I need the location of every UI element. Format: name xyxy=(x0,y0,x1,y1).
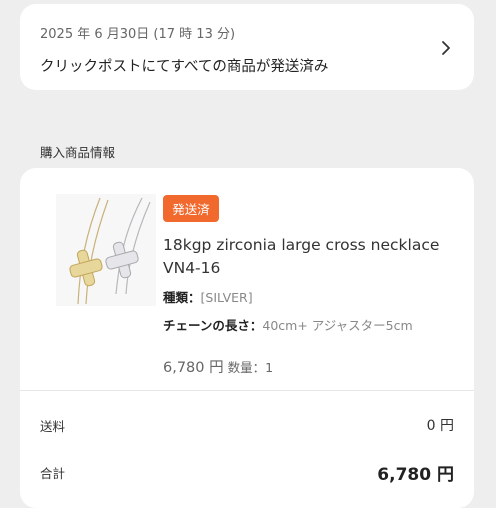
attr-type-value: [SILVER] xyxy=(200,290,253,305)
shipped-badge: 発送済 xyxy=(163,195,219,222)
shipping-status-card[interactable]: 2025 年 6 月30日 (17 時 13 分) クリックポストにてすべての商… xyxy=(20,4,474,90)
attr-length-value: 40cm+ アジャスター5cm xyxy=(262,318,413,333)
product-price: 6,780 円 xyxy=(163,360,224,376)
shipping-value: 0 円 xyxy=(426,418,454,434)
product-name[interactable]: 18kgp zirconia large cross necklace VN4-… xyxy=(163,234,463,280)
product-quantity: 数量：1 xyxy=(227,360,274,375)
shipping-fee-row: 送料 0 円 xyxy=(40,413,454,437)
attr-length-key: チェーンの長さ： xyxy=(163,318,263,333)
price-row: 6,780 円数量：1 xyxy=(163,356,273,377)
total-value: 6,780 円 xyxy=(377,464,454,485)
product-card: 発送済 18kgp zirconia large cross necklace … xyxy=(20,168,474,508)
product-image[interactable] xyxy=(56,194,156,306)
attr-type-key: 種類： xyxy=(163,290,201,305)
product-attr-length: チェーンの長さ：40cm+ アジャスター5cm xyxy=(163,315,413,334)
section-title: 購入商品情報 xyxy=(40,145,116,160)
product-attr-type: 種類：[SILVER] xyxy=(163,287,253,306)
status-message: クリックポストにてすべての商品が発送済み xyxy=(40,59,329,75)
total-label: 合計 xyxy=(40,465,66,481)
divider xyxy=(20,390,474,391)
total-row: 合計 6,780 円 xyxy=(40,460,454,485)
chevron-right-icon[interactable] xyxy=(438,40,454,56)
status-date: 2025 年 6 月30日 (17 時 13 分) xyxy=(40,27,236,42)
shipping-label: 送料 xyxy=(40,418,66,434)
